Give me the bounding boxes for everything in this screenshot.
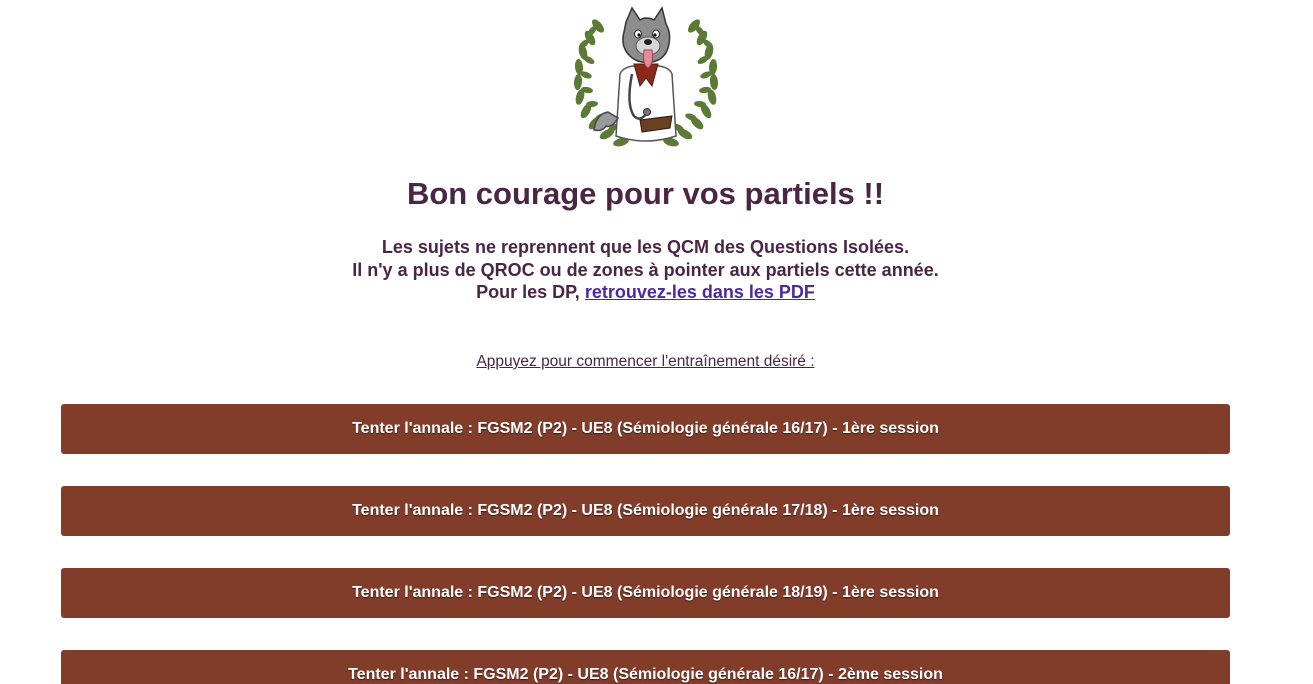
wolf-doctor-logo: [568, 4, 724, 154]
exam-button-ue8-1617-session2[interactable]: Tenter l'annale : FGSM2 (P2) - UE8 (Sémi…: [61, 650, 1230, 684]
info-line-qroc: Il n'y a plus de QROC ou de zones à poin…: [352, 259, 939, 280]
info-block: Les sujets ne reprennent que les QCM des…: [0, 236, 1291, 304]
exam-button-ue8-1718-session1[interactable]: Tenter l'annale : FGSM2 (P2) - UE8 (Sémi…: [61, 486, 1230, 536]
page: Bon courage pour vos partiels !! Les suj…: [0, 0, 1313, 684]
pdf-link[interactable]: retrouvez-les dans les PDF: [585, 282, 815, 302]
page-title: Bon courage pour vos partiels !!: [406, 176, 885, 211]
start-prompt-link[interactable]: Appuyez pour commencer l'entraînement dé…: [476, 353, 814, 370]
info-dp-prefix: Pour les DP,: [476, 282, 580, 302]
wolf-doctor-icon: [573, 6, 719, 147]
info-line-qcm: Les sujets ne reprennent que les QCM des…: [381, 237, 910, 257]
exam-button-ue8-1617-session1[interactable]: Tenter l'annale : FGSM2 (P2) - UE8 (Sémi…: [61, 404, 1230, 454]
start-prompt: Appuyez pour commencer l'entraînement dé…: [0, 353, 1291, 371]
info-line-dp: Pour les DP, retrouvez-les dans les PDF: [0, 281, 1291, 304]
exam-button-ue8-1819-session1[interactable]: Tenter l'annale : FGSM2 (P2) - UE8 (Sémi…: [61, 568, 1230, 618]
